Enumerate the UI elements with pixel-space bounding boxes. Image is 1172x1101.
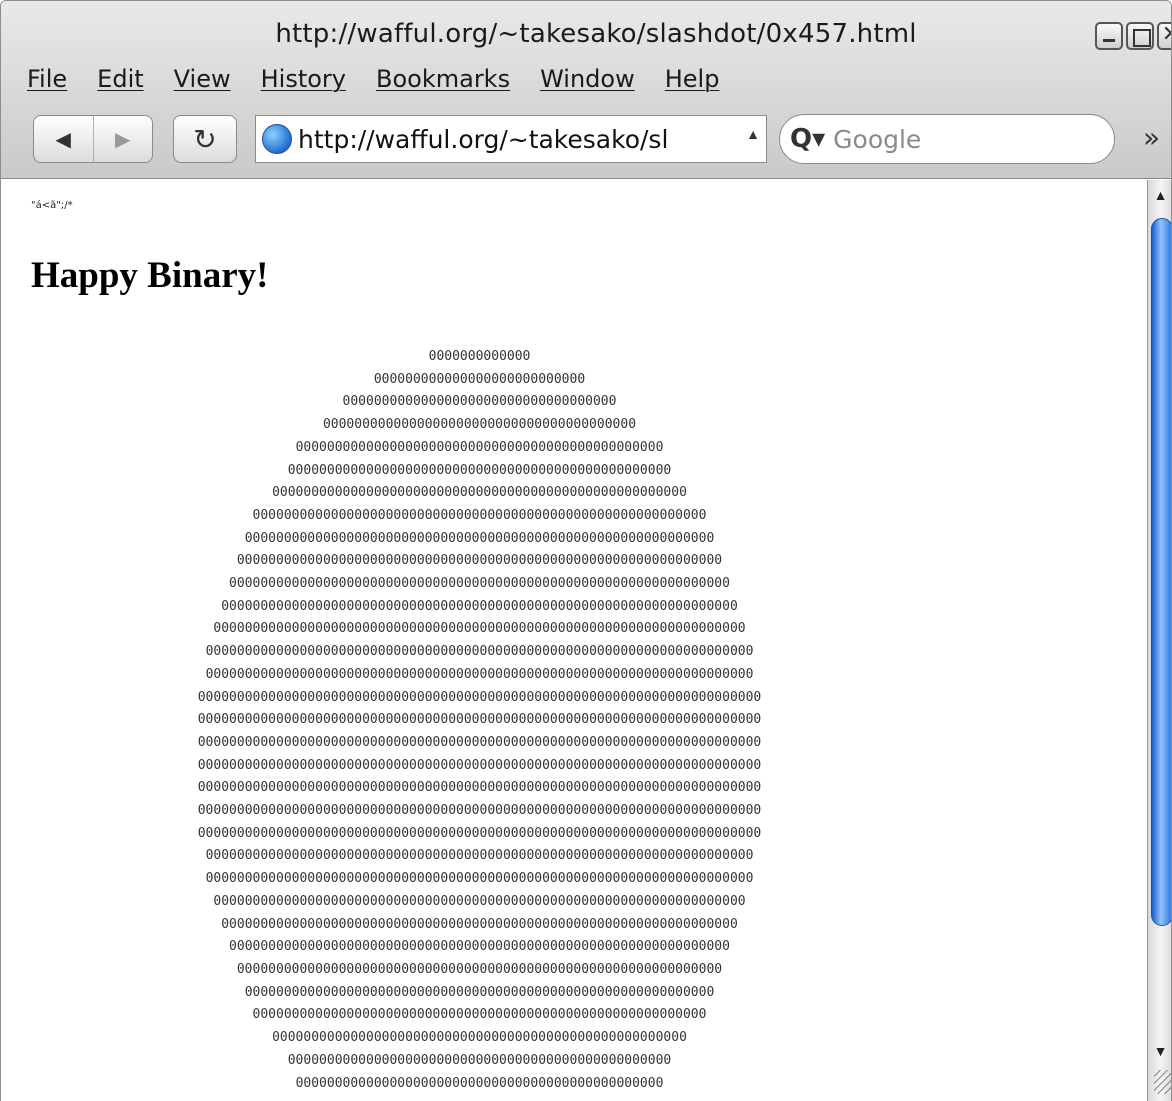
minimize-button[interactable] (1095, 22, 1123, 50)
menu-history[interactable]: History (261, 65, 346, 93)
menu-help[interactable]: Help (665, 65, 720, 93)
menu-bookmarks[interactable]: Bookmarks (376, 65, 510, 93)
page-content: "á<ã";/* Happy Binary! 0000000000000 000… (12, 180, 1146, 1101)
menu-view[interactable]: View (174, 65, 231, 93)
garbled-text: "á<ã";/* (31, 200, 73, 211)
menu-file[interactable]: File (27, 65, 67, 93)
nav-buttons: ◀ ▶ (33, 115, 153, 163)
vertical-scrollbar[interactable]: ▲ ▼ (1147, 180, 1171, 1101)
url-dropdown-icon[interactable]: ▲ (746, 126, 760, 142)
scroll-up-arrow-icon[interactable]: ▲ (1148, 180, 1171, 210)
forward-button[interactable]: ▶ (94, 116, 153, 162)
reload-button[interactable]: ↻ (173, 115, 237, 163)
search-icon[interactable]: Q▾ (790, 124, 825, 154)
scroll-down-arrow-icon[interactable]: ▼ (1148, 1036, 1171, 1066)
menu-edit[interactable]: Edit (97, 65, 143, 93)
search-input[interactable]: Google (833, 125, 921, 154)
page-heading: Happy Binary! (31, 255, 269, 296)
reload-icon: ↻ (193, 122, 217, 156)
menu-window[interactable]: Window (540, 65, 635, 93)
ascii-art-circle: 0000000000000 00000000000000000000000000… (197, 349, 762, 1091)
maximize-button[interactable] (1126, 22, 1154, 50)
browser-chrome: http://wafful.org/~takesako/slashdot/0x4… (1, 1, 1171, 179)
address-bar[interactable]: http://wafful.org/~takesako/sl ▲ (255, 115, 767, 163)
resize-grip-icon[interactable] (1154, 1070, 1171, 1094)
close-button[interactable]: ✕ (1157, 22, 1171, 50)
forward-arrow-icon: ▶ (115, 128, 131, 151)
browser-window: http://wafful.org/~takesako/slashdot/0x4… (0, 0, 1172, 1101)
scroll-thumb[interactable] (1151, 218, 1171, 926)
menu-bar: File Edit View History Bookmarks Window … (27, 65, 719, 93)
search-box[interactable]: Q▾ Google (779, 114, 1115, 164)
back-button[interactable]: ◀ (34, 116, 94, 162)
globe-icon (262, 124, 292, 154)
toolbar-overflow-icon[interactable]: » (1143, 121, 1160, 154)
window-controls: ✕ (1095, 22, 1171, 50)
window-title: http://wafful.org/~takesako/slashdot/0x4… (275, 19, 917, 49)
address-input[interactable]: http://wafful.org/~takesako/sl (298, 125, 748, 154)
back-arrow-icon: ◀ (55, 128, 71, 151)
